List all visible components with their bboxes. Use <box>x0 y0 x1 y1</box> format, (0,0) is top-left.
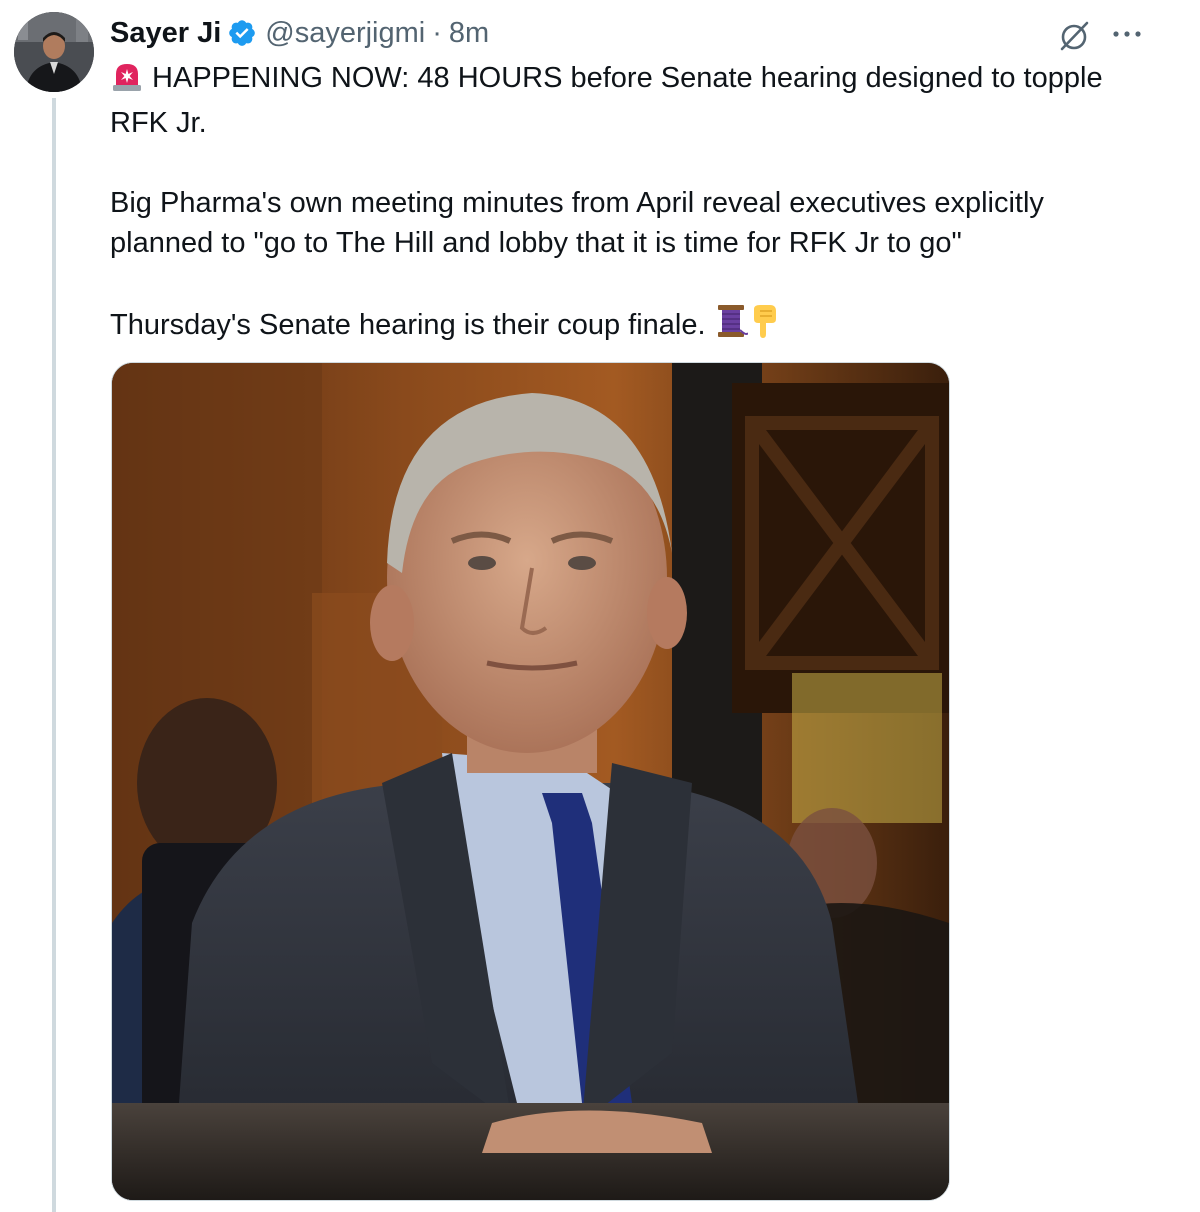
verified-badge-icon <box>227 18 257 48</box>
author-name[interactable]: Sayer Ji <box>110 17 221 50</box>
tweet-timestamp[interactable]: 8m <box>449 17 489 50</box>
tweet-paragraph-1: HAPPENING NOW: 48 HOURS before Senate he… <box>110 58 1120 143</box>
thread-connector-line <box>52 98 56 1212</box>
tweet-paragraph-2: Big Pharma's own meeting minutes from Ap… <box>110 187 1044 259</box>
tweet-paragraph-3: Thursday's Senate hearing is their coup … <box>110 303 1120 350</box>
rotating-light-emoji <box>110 60 144 103</box>
author-handle[interactable]: @sayerjigmi <box>265 17 425 50</box>
grok-icon[interactable] <box>1056 18 1092 54</box>
pointing-down-emoji <box>748 303 780 350</box>
avatar[interactable] <box>14 12 94 92</box>
thread-spool-emoji <box>714 303 749 350</box>
tweet-header: Sayer Ji @sayerjigmi · 8m <box>110 12 489 54</box>
tweet-text: HAPPENING NOW: 48 HOURS before Senate he… <box>110 58 1120 350</box>
separator-dot: · <box>432 16 442 49</box>
more-icon[interactable] <box>1110 24 1144 44</box>
tweet-paragraph-3-text: Thursday's Senate hearing is their coup … <box>110 309 714 341</box>
tweet-paragraph-1-text: HAPPENING NOW: 48 HOURS before Senate he… <box>110 62 1103 139</box>
tweet-media-photo[interactable] <box>111 362 950 1201</box>
